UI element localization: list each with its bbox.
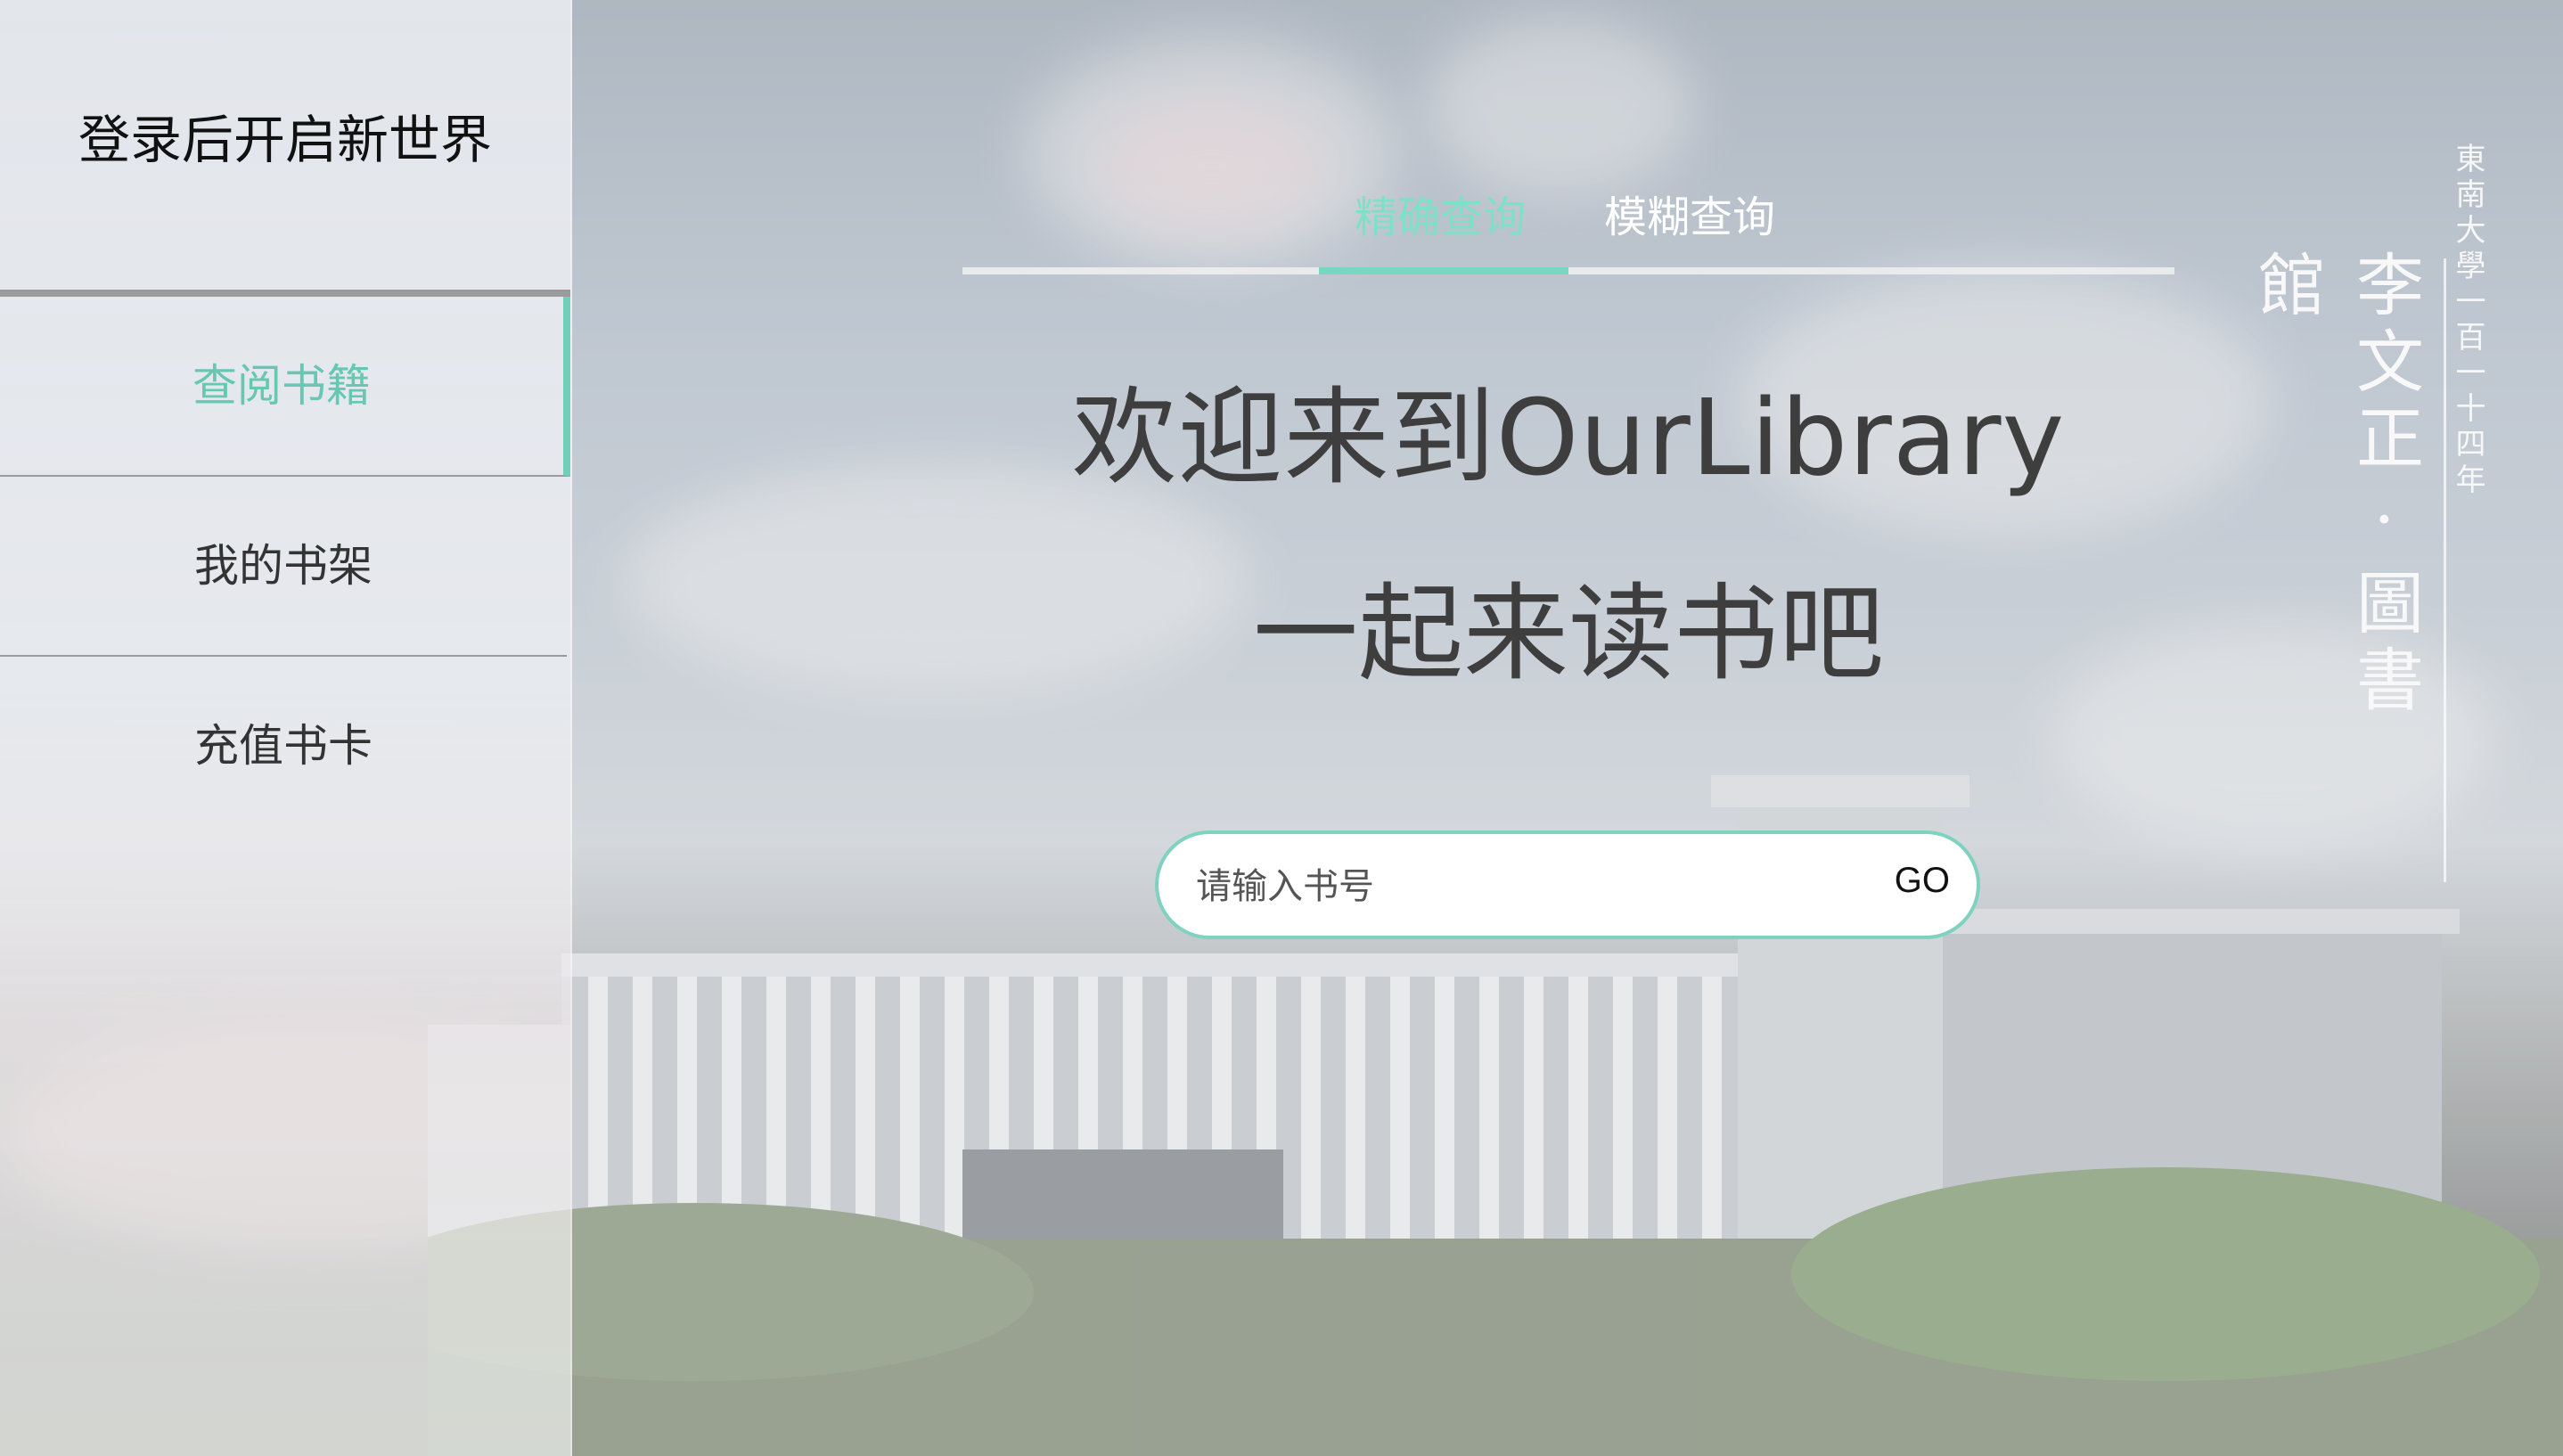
sidebar-item-my-bookshelf[interactable]: 我的书架 (0, 477, 567, 657)
library-home: 登录后开启新世界 查阅书籍 我的书架 充值书卡 精确查询 模糊查询 欢迎来到Ou… (0, 0, 2563, 1456)
tabs-underline (962, 267, 2174, 274)
calligraphy-big-text: 李文正·圖書館 (2247, 249, 2424, 721)
tab-fuzzy-query[interactable]: 模糊查询 (1604, 182, 1775, 244)
search-box: GO (1155, 830, 1980, 939)
sidebar-item-recharge-card[interactable]: 充值书卡 (0, 657, 567, 835)
sidebar-item-search-books[interactable]: 查阅书籍 (0, 297, 570, 477)
go-button[interactable]: GO (1895, 861, 1950, 901)
tab-exact-query[interactable]: 精确查询 (1355, 182, 1526, 244)
sidebar-divider (0, 290, 570, 297)
welcome-heading: 欢迎来到OurLibrary (1071, 376, 2066, 499)
calligraphy-line (2444, 258, 2446, 882)
active-tab-indicator (1319, 267, 1568, 274)
welcome-subtitle: 一起来读书吧 (1252, 572, 1884, 695)
book-number-input[interactable] (1194, 857, 1839, 916)
query-tabs: 精确查询 模糊查询 (962, 169, 2174, 276)
library-calligraphy: 東南大學一百一十四年 李文正·圖書館 (2247, 143, 2504, 882)
sidebar: 登录后开启新世界 查阅书籍 我的书架 充值书卡 (0, 0, 572, 1456)
login-prompt[interactable]: 登录后开启新世界 (0, 98, 570, 173)
calligraphy-small-text: 東南大學一百一十四年 (2450, 143, 2485, 499)
